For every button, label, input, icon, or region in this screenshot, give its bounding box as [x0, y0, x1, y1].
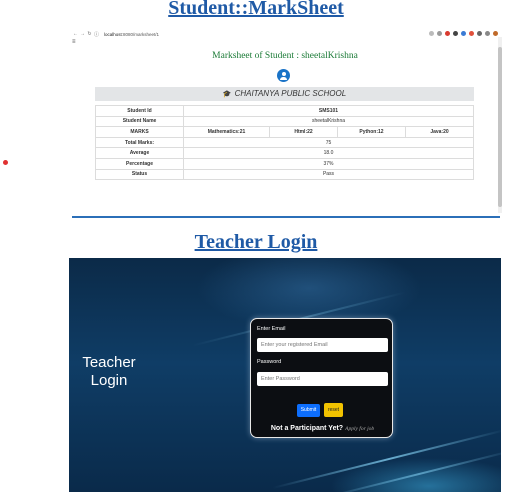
star-icon[interactable]: [437, 31, 442, 36]
extension-red-icon[interactable]: [445, 31, 450, 36]
table-row: MARKS Mathematics:21 Html:22 Python:12 J…: [95, 126, 474, 138]
school-name: CHAITANYA PUBLIC SCHOOL: [234, 89, 347, 98]
login-title: Teacher Login: [82, 354, 136, 389]
share-icon[interactable]: [429, 31, 434, 36]
section-divider: [72, 216, 500, 218]
python-marks: Python:12: [337, 126, 406, 138]
teacher-login-section-heading: Teacher Login: [194, 231, 318, 253]
extension-dark-icon[interactable]: [453, 31, 458, 36]
password-label: Password: [257, 359, 282, 365]
light-streak: [321, 448, 501, 492]
math-marks: Mathematics:21: [183, 126, 270, 138]
profile-avatar-icon[interactable]: [493, 31, 498, 36]
percentage-value: 37%: [183, 157, 474, 170]
reset-button[interactable]: reset: [324, 403, 343, 417]
marks-table: Student Id SMS101 Student Name sheetalKr…: [95, 105, 474, 181]
table-row: Total Marks: 75: [95, 136, 474, 149]
average-value: 18.0: [183, 147, 474, 159]
browser-toolbar: ← → ↻ ⓘ localhost:8080/marksheet/1: [72, 29, 502, 39]
submit-button[interactable]: Submit: [297, 404, 320, 417]
reload-icon[interactable]: ↻: [86, 31, 93, 37]
extension-icons: [429, 31, 498, 36]
participant-prompt: Not a Participant Yet? Apply for job: [251, 425, 394, 432]
status-value: Pass: [183, 168, 474, 181]
marksheet-title: Marksheet of Student : sheetalKrishna: [212, 51, 358, 61]
participant-text: Not a Participant Yet?: [270, 425, 344, 432]
arrow-left-icon[interactable]: ←: [72, 31, 79, 37]
info-icon: ⓘ: [93, 31, 99, 38]
email-label: Enter Email: [257, 326, 286, 332]
row-label: Average: [95, 147, 184, 159]
bullet-dot: [3, 160, 8, 165]
password-field[interactable]: [257, 372, 388, 386]
java-marks: Java:20: [405, 126, 474, 138]
address-bar[interactable]: localhost:8080/marksheet/1: [104, 32, 159, 37]
arrow-right-icon[interactable]: →: [79, 31, 86, 37]
hamburger-icon[interactable]: ≡: [72, 39, 78, 45]
student-name-value: sheetalKrishna: [183, 115, 474, 128]
table-row: Student Name sheetalKrishna: [95, 115, 474, 128]
marksheet-section-heading: Student::MarkSheet: [168, 0, 344, 19]
row-label: Status: [95, 168, 184, 181]
puzzle-icon[interactable]: [477, 31, 482, 36]
graduation-cap-icon: 🎓: [222, 91, 232, 98]
teacher-login-window: Teacher Login Enter Email Password Submi…: [69, 258, 501, 492]
school-header: 🎓 CHAITANYA PUBLIC SCHOOL: [95, 87, 474, 101]
user-icon: [277, 69, 290, 82]
row-label: Percentage: [95, 157, 184, 170]
apply-link[interactable]: Apply for job: [345, 426, 374, 432]
login-card: Enter Email Password Submit reset Not a …: [250, 318, 393, 438]
table-row: Average 18.0: [95, 147, 474, 159]
scrollbar[interactable]: [498, 37, 502, 213]
row-label: MARKS: [95, 126, 184, 138]
row-label: Student Name: [95, 115, 184, 128]
table-row: Percentage 37%: [95, 157, 474, 170]
sidebar-icon[interactable]: [485, 31, 490, 36]
total-marks-value: 75: [183, 136, 474, 149]
table-row: Student Id SMS101: [95, 105, 474, 117]
extension-blue-icon[interactable]: [461, 31, 466, 36]
scrollbar-thumb[interactable]: [498, 47, 502, 207]
email-field[interactable]: [257, 338, 388, 352]
row-label: Student Id: [95, 105, 184, 117]
table-row: Status Pass: [95, 168, 474, 181]
marksheet-browser-window: ← → ↻ ⓘ localhost:8080/marksheet/1 ≡ Mar…: [72, 29, 502, 215]
row-label: Total Marks:: [95, 136, 184, 149]
student-id-value: SMS101: [183, 105, 474, 117]
extension-orange-icon[interactable]: [469, 31, 474, 36]
html-marks: Html:22: [269, 126, 338, 138]
